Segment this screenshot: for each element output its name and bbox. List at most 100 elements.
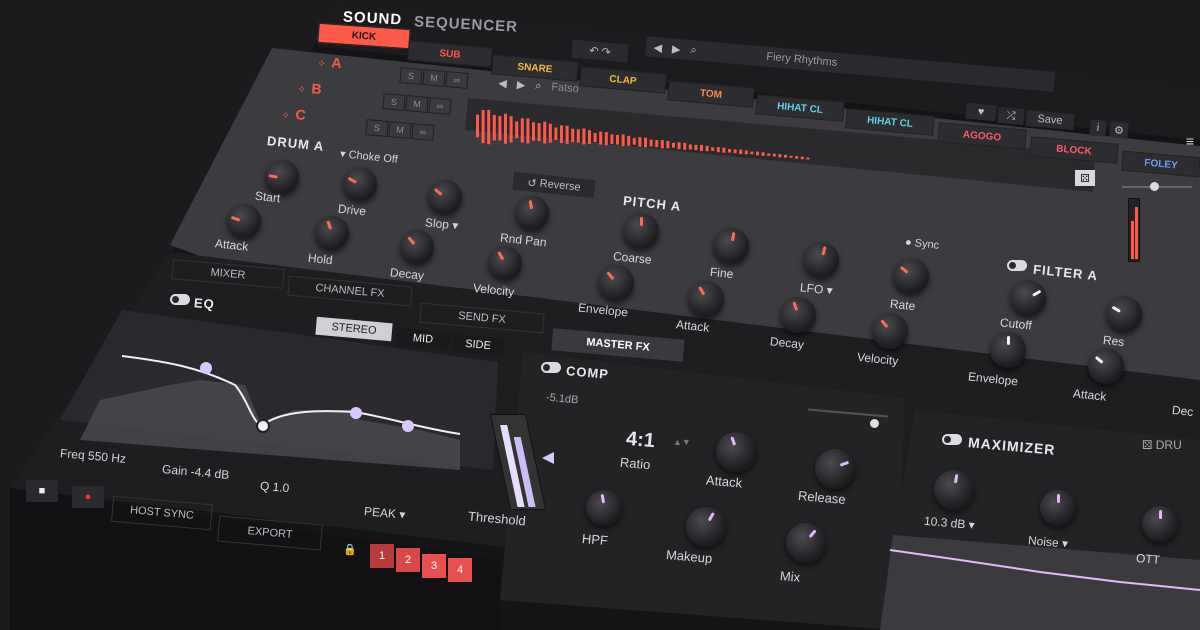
menu-icon[interactable]: ≡: [1180, 133, 1200, 149]
shuffle-icon[interactable]: ⤮: [997, 106, 1025, 126]
eq-band-3-node[interactable]: [350, 407, 362, 419]
waveform-bar: [683, 142, 687, 150]
waveform-bar: [688, 144, 692, 150]
row-c[interactable]: ⁘ C: [281, 105, 306, 123]
waveform-bar: [532, 122, 535, 141]
decay-knob[interactable]: [400, 230, 434, 264]
waveform-bar: [767, 153, 771, 156]
row-a-link-button[interactable]: ∞: [445, 71, 469, 89]
prev-icon[interactable]: ◀: [653, 40, 663, 54]
fine-label: Fine: [709, 264, 735, 282]
row-c-link-button[interactable]: ∞: [411, 123, 435, 141]
waveform-bar: [711, 147, 715, 151]
level-slider-thumb[interactable]: [1150, 182, 1159, 191]
threshold-handle[interactable]: [542, 452, 554, 464]
waveform-bar: [800, 156, 804, 160]
hpf-knob[interactable]: [586, 490, 622, 526]
maximizer-toggle[interactable]: [942, 434, 962, 445]
sample-prev-icon[interactable]: ◀: [498, 76, 508, 90]
favorite-icon[interactable]: ♥: [965, 102, 997, 122]
pattern-pad-1[interactable]: 1: [370, 544, 394, 568]
waveform-bar: [498, 115, 502, 141]
release-knob[interactable]: [815, 449, 855, 489]
filter-decay-label: Dec: [1171, 402, 1195, 420]
waveform-bar: [756, 151, 759, 156]
comp-slider-thumb[interactable]: [870, 419, 879, 428]
row-b[interactable]: ⁘ B: [297, 79, 322, 97]
slop-label-text: Slop: [424, 215, 450, 232]
level-meter[interactable]: [1128, 198, 1140, 262]
lfo-knob[interactable]: [803, 242, 839, 278]
pitch-attack-knob[interactable]: [688, 281, 724, 317]
record-button[interactable]: ●: [72, 486, 104, 508]
waveform-bar: [599, 131, 603, 145]
waveform-bar: [739, 149, 743, 155]
row-c-solo-button[interactable]: S: [365, 119, 389, 137]
comp-toggle[interactable]: [541, 362, 561, 373]
envelope-knob[interactable]: [598, 265, 634, 301]
hold-label: Hold: [307, 250, 334, 268]
eq-band-4-node[interactable]: [402, 420, 414, 432]
drive-knob[interactable]: [343, 167, 377, 201]
filter-attack-knob[interactable]: [1088, 348, 1124, 384]
waveform-bar: [593, 133, 597, 143]
coarse-knob[interactable]: [623, 213, 659, 249]
mix-knob[interactable]: [786, 523, 826, 563]
info-icon[interactable]: i: [1089, 119, 1107, 137]
eq-band-1-node[interactable]: [200, 362, 212, 374]
settings-icon[interactable]: ⚙: [1109, 121, 1129, 139]
next-icon[interactable]: ▶: [672, 42, 682, 56]
cutoff-knob[interactable]: [1010, 280, 1046, 316]
pattern-pad-3[interactable]: 3: [422, 554, 446, 578]
rnd-pan-knob[interactable]: [515, 196, 549, 230]
slop-knob[interactable]: [428, 180, 462, 214]
row-c-mute-button[interactable]: M: [388, 121, 412, 139]
waveform-bar: [554, 127, 558, 140]
sample-search-icon[interactable]: ⌕: [535, 79, 542, 92]
row-b-solo-button[interactable]: S: [382, 93, 406, 111]
waveform-bar: [672, 142, 675, 148]
attack-knob[interactable]: [227, 204, 261, 238]
waveform-bar: [632, 138, 636, 145]
ott-knob[interactable]: [1142, 506, 1178, 542]
pattern-pad-4[interactable]: 4: [448, 558, 472, 582]
row-a[interactable]: ⁘ A: [317, 53, 342, 71]
res-knob[interactable]: [1106, 296, 1142, 332]
hold-knob[interactable]: [315, 216, 349, 250]
pitch-velocity-knob[interactable]: [872, 313, 908, 349]
waveform-bar: [588, 130, 591, 144]
lock-icon[interactable]: 🔒: [340, 540, 360, 558]
maximizer-gain-knob[interactable]: [934, 470, 974, 510]
dice-icon[interactable]: ⚄: [1075, 170, 1095, 186]
drum-link[interactable]: ⚄ DRU: [1142, 438, 1182, 452]
makeup-knob[interactable]: [686, 507, 726, 547]
row-b-link-button[interactable]: ∞: [428, 97, 452, 115]
sample-next-icon[interactable]: ▶: [516, 78, 526, 92]
filter-toggle[interactable]: [1007, 260, 1027, 271]
waveform-bar: [487, 109, 491, 145]
row-a-mute-button[interactable]: M: [422, 69, 446, 87]
velocity-knob[interactable]: [488, 246, 522, 280]
rate-knob[interactable]: [893, 258, 929, 294]
row-a-solo-button[interactable]: S: [399, 67, 423, 85]
waveform-bar: [526, 118, 530, 144]
eq-band-2-node[interactable]: [256, 419, 270, 433]
comp-attack-knob[interactable]: [716, 432, 756, 472]
search-icon[interactable]: ⌕: [690, 44, 697, 57]
pattern-pad-2[interactable]: 2: [396, 548, 420, 572]
waveform-bar: [795, 156, 799, 159]
eq-toggle[interactable]: [170, 294, 190, 305]
ratio-value[interactable]: 4:1: [625, 428, 656, 453]
ratio-stepper-icon[interactable]: ▲▼: [673, 437, 691, 447]
waveform-bar: [705, 145, 709, 152]
fine-knob[interactable]: [713, 228, 749, 264]
eq-graph[interactable]: [60, 340, 500, 480]
pitch-decay-knob[interactable]: [780, 297, 816, 333]
filter-envelope-knob[interactable]: [990, 332, 1026, 368]
start-knob[interactable]: [265, 160, 299, 194]
waveform-bar: [610, 134, 614, 145]
row-b-mute-button[interactable]: M: [405, 95, 429, 113]
waveform-bar: [694, 144, 698, 151]
noise-knob[interactable]: [1040, 490, 1076, 526]
stop-button[interactable]: ■: [26, 480, 58, 502]
